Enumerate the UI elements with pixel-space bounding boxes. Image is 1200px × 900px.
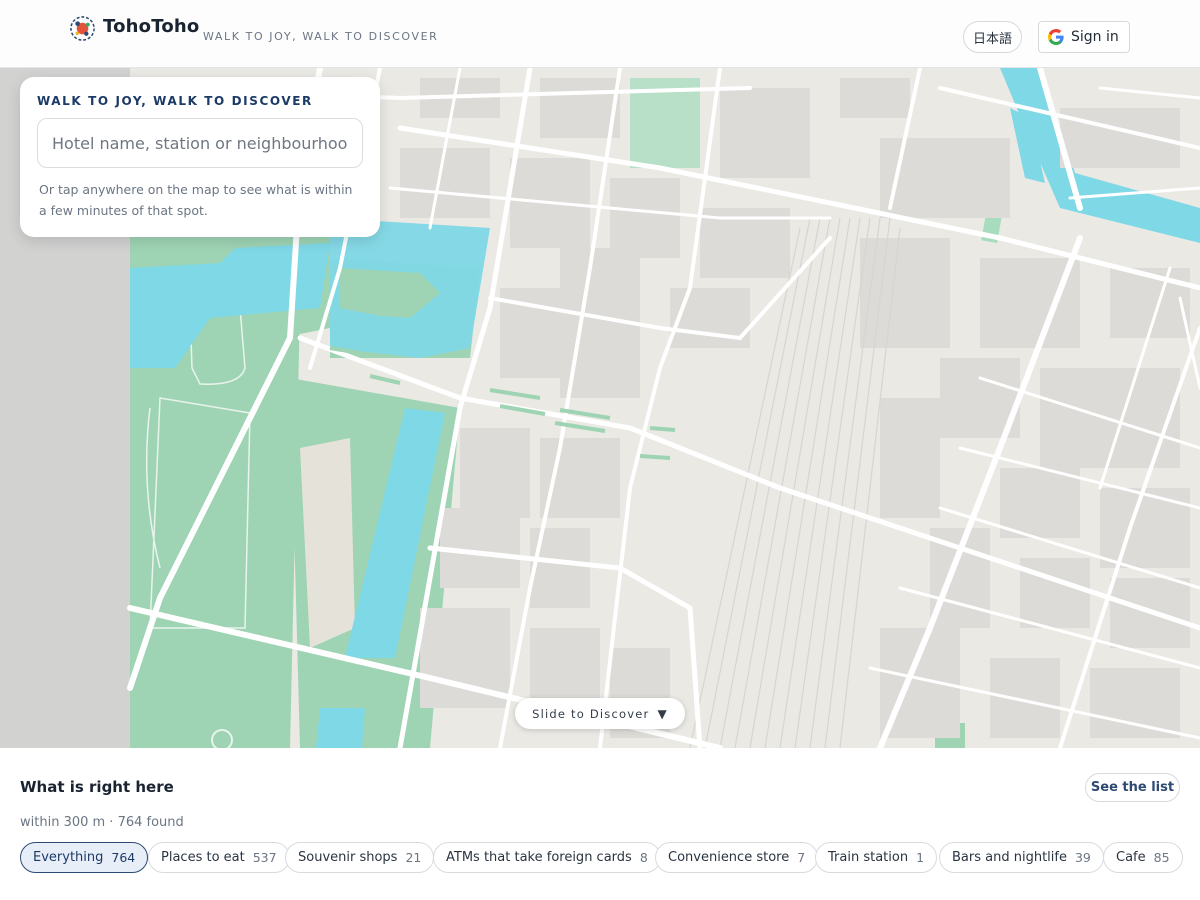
chip-count: 537 xyxy=(252,850,277,865)
see-the-list-button[interactable]: See the list xyxy=(1085,773,1180,802)
search-input[interactable] xyxy=(37,118,363,168)
tohotoho-logo-icon[interactable] xyxy=(69,15,96,42)
chip-label: Convenience store xyxy=(668,850,790,865)
header-tagline: WALK TO JOY, WALK TO DISCOVER xyxy=(203,30,439,43)
panel-subtitle: within 300 m · 764 found xyxy=(20,815,184,830)
chip-count: 7 xyxy=(797,850,806,865)
chip-label: Places to eat xyxy=(161,850,245,865)
chip-train-station[interactable]: Train station 1 xyxy=(815,842,938,873)
chevron-down-icon: ▼ xyxy=(657,706,668,721)
chip-label: Bars and nightlife xyxy=(952,850,1067,865)
chip-cafe[interactable]: Cafe 85 xyxy=(1103,842,1183,873)
brand-name[interactable]: TohoToho xyxy=(103,16,199,37)
search-card-heading: WALK TO JOY, WALK TO DISCOVER xyxy=(37,94,313,108)
category-chips: Everything 764 Places to eat 537 Souveni… xyxy=(20,842,1200,874)
chip-places-to-eat[interactable]: Places to eat 537 xyxy=(148,842,290,873)
chip-count: 1 xyxy=(916,850,925,865)
chip-bars-nightlife[interactable]: Bars and nightlife 39 xyxy=(939,842,1104,873)
chip-count: 764 xyxy=(111,850,136,865)
sign-in-button[interactable]: Sign in xyxy=(1038,21,1130,53)
search-card: WALK TO JOY, WALK TO DISCOVER Or tap any… xyxy=(20,77,380,237)
chip-convenience-store[interactable]: Convenience store 7 xyxy=(655,842,819,873)
chip-count: 21 xyxy=(405,850,422,865)
chip-everything[interactable]: Everything 764 xyxy=(20,842,149,873)
slide-to-discover-button[interactable]: Slide to Discover ▼ xyxy=(515,698,685,729)
chip-label: ATMs that take foreign cards xyxy=(446,850,632,865)
chip-label: Souvenir shops xyxy=(298,850,398,865)
chip-label: Everything xyxy=(33,850,104,865)
search-hint: Or tap anywhere on the map to see what i… xyxy=(39,182,353,218)
panel-title: What is right here xyxy=(20,778,174,796)
sign-in-label: Sign in xyxy=(1071,29,1119,45)
slide-to-discover-label: Slide to Discover xyxy=(532,706,650,721)
google-g-icon xyxy=(1048,29,1064,45)
chip-count: 85 xyxy=(1153,850,1170,865)
chip-count: 39 xyxy=(1074,850,1091,865)
chip-atms-foreign-cards[interactable]: ATMs that take foreign cards 8 xyxy=(433,842,661,873)
app-header: TohoToho WALK TO JOY, WALK TO DISCOVER 日… xyxy=(0,0,1200,68)
chip-label: Cafe xyxy=(1116,850,1146,865)
chip-label: Train station xyxy=(828,850,909,865)
chip-count: 8 xyxy=(639,850,648,865)
results-panel: What is right here within 300 m · 764 fo… xyxy=(0,748,1200,900)
chip-souvenir-shops[interactable]: Souvenir shops 21 xyxy=(285,842,435,873)
language-button[interactable]: 日本語 xyxy=(963,21,1022,53)
